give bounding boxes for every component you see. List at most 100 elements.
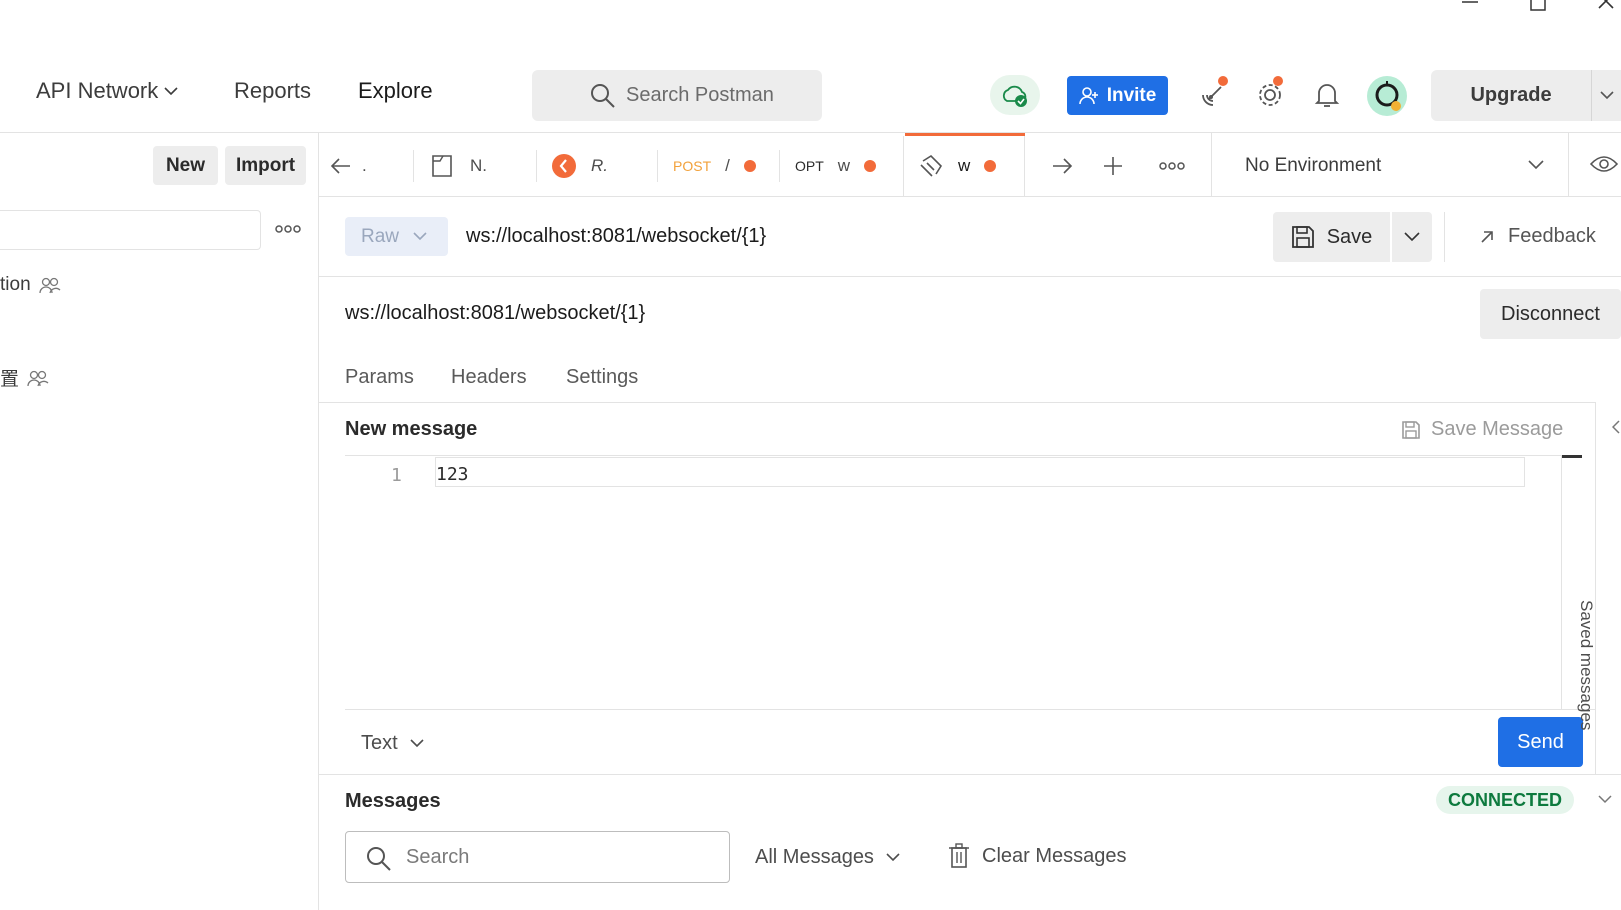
team-icon: [27, 370, 49, 386]
maximize-icon: [1530, 0, 1546, 11]
tabs-more-button[interactable]: [1159, 134, 1185, 197]
new-button[interactable]: New: [153, 146, 218, 185]
collapse-saved-panel-button[interactable]: [1612, 420, 1620, 434]
sidebar-item-collection-1[interactable]: tion: [0, 274, 61, 296]
more-horizontal-icon: [275, 225, 301, 233]
editor-line[interactable]: 123: [435, 457, 1525, 487]
saved-messages-panel-toggle[interactable]: Saved messages: [1576, 600, 1596, 730]
nav-explore-label: Explore: [358, 78, 433, 103]
sidebar-more-button[interactable]: [275, 224, 301, 234]
chevron-down-icon: [164, 86, 178, 95]
nav-reports-label: Reports: [234, 78, 312, 103]
message-mode-select[interactable]: Raw: [345, 217, 448, 256]
editor-scroll-thumb[interactable]: [1562, 455, 1582, 458]
upgrade-button[interactable]: Upgrade: [1431, 70, 1591, 121]
save-button[interactable]: Save: [1273, 212, 1390, 262]
chevron-down-icon: [1528, 160, 1544, 170]
chevron-down-icon: [886, 853, 900, 862]
tab-label: R.: [591, 155, 608, 175]
close-window-button[interactable]: [1586, 0, 1621, 20]
message-filter-select[interactable]: All Messages: [755, 846, 900, 869]
tab-params-label: Params: [345, 366, 414, 388]
search-postman-input[interactable]: Search Postman: [532, 70, 822, 121]
messages-divider: [318, 774, 1621, 775]
save-icon: [1402, 420, 1420, 439]
minimize-button[interactable]: [1450, 0, 1490, 20]
cloud-check-icon: [1002, 85, 1027, 107]
nav-explore[interactable]: Explore: [358, 78, 433, 104]
send-button[interactable]: Send: [1498, 717, 1583, 767]
sidebar-divider: [318, 132, 319, 910]
new-tab-button[interactable]: [1103, 134, 1123, 197]
notification-dot: [1218, 76, 1228, 86]
notifications-button[interactable]: [1310, 78, 1344, 112]
invite-button[interactable]: Invite: [1067, 76, 1168, 115]
sidebar-item-collection-2[interactable]: 置: [0, 364, 49, 391]
tab-label: w: [837, 155, 851, 175]
tab-websocket-active[interactable]: w: [918, 134, 997, 197]
bell-icon: [1314, 84, 1340, 107]
chevron-down-icon: [410, 739, 424, 748]
nav-reports[interactable]: Reports: [234, 78, 311, 104]
runner-icon: [552, 153, 576, 178]
tab-separator: [657, 150, 658, 182]
avatar[interactable]: [1367, 76, 1407, 116]
new-message-title: New message: [345, 418, 478, 440]
search-placeholder: Search Postman: [626, 84, 774, 106]
environment-dropdown-button[interactable]: [1528, 160, 1544, 170]
satellite-button[interactable]: [1196, 76, 1230, 112]
tab-label: /: [725, 155, 730, 175]
request-tabs-divider: [318, 402, 1595, 403]
messages-title: Messages: [345, 790, 441, 812]
connection-status: CONNECTED: [1447, 789, 1562, 810]
tab-note[interactable]: N.: [430, 134, 487, 197]
format-label: Text: [361, 732, 398, 754]
sidebar-filter-input[interactable]: [0, 210, 261, 250]
tab-label: w: [958, 155, 971, 175]
save-dropdown-button[interactable]: [1392, 212, 1432, 262]
import-button[interactable]: Import: [225, 146, 306, 185]
tab-headers[interactable]: Headers: [451, 366, 527, 389]
disconnect-button[interactable]: Disconnect: [1480, 289, 1621, 339]
env-eye-divider: [1568, 132, 1569, 196]
maximize-button[interactable]: [1518, 0, 1558, 20]
request-divider: [318, 276, 1621, 277]
unsaved-dot: [984, 159, 997, 172]
tab-runner[interactable]: R.: [551, 134, 608, 197]
tab-separator: [413, 150, 414, 182]
environment-selector[interactable]: No Environment: [1245, 155, 1381, 177]
tab-settings[interactable]: Settings: [566, 366, 638, 389]
message-editor[interactable]: 1 123: [345, 455, 1582, 709]
clear-messages-button[interactable]: Clear Messages: [948, 843, 1127, 869]
import-label: Import: [235, 154, 296, 176]
sync-status-button[interactable]: [990, 75, 1040, 115]
settings-button[interactable]: [1253, 76, 1287, 112]
editor-top-border: [345, 455, 1580, 456]
tab-params[interactable]: Params: [345, 366, 414, 389]
composer-divider: [345, 709, 1595, 710]
team-icon: [38, 277, 61, 294]
messages-search-input[interactable]: Search: [345, 831, 730, 883]
more-horizontal-icon: [1159, 161, 1185, 170]
arrow-up-right-icon: [1481, 230, 1493, 243]
save-message-button[interactable]: Save Message: [1401, 418, 1563, 441]
tab-headers-label: Headers: [451, 366, 527, 388]
tab-back[interactable]: .: [330, 134, 367, 197]
nav-api-network-label: API Network: [36, 78, 159, 103]
nav-api-network[interactable]: API Network: [36, 78, 178, 104]
environment-quick-look-button[interactable]: [1590, 154, 1618, 174]
messages-collapse-button[interactable]: [1598, 795, 1612, 804]
trash-icon: [949, 843, 969, 868]
tab-separator: [1024, 136, 1025, 196]
tab-forward[interactable]: [1051, 134, 1073, 197]
websocket-icon: [920, 154, 943, 177]
url-input[interactable]: ws://localhost:8081/websocket/{1}: [466, 225, 766, 248]
arrow-right-icon: [1053, 157, 1073, 174]
tab-options-request[interactable]: OPT w: [795, 134, 877, 197]
tab-post-request[interactable]: POST /: [673, 134, 756, 197]
upgrade-dropdown-button[interactable]: [1591, 70, 1621, 121]
eye-icon: [1590, 156, 1618, 172]
feedback-button[interactable]: Feedback: [1480, 225, 1596, 248]
tab-label: N.: [470, 155, 487, 175]
message-format-select[interactable]: Text: [361, 732, 424, 755]
